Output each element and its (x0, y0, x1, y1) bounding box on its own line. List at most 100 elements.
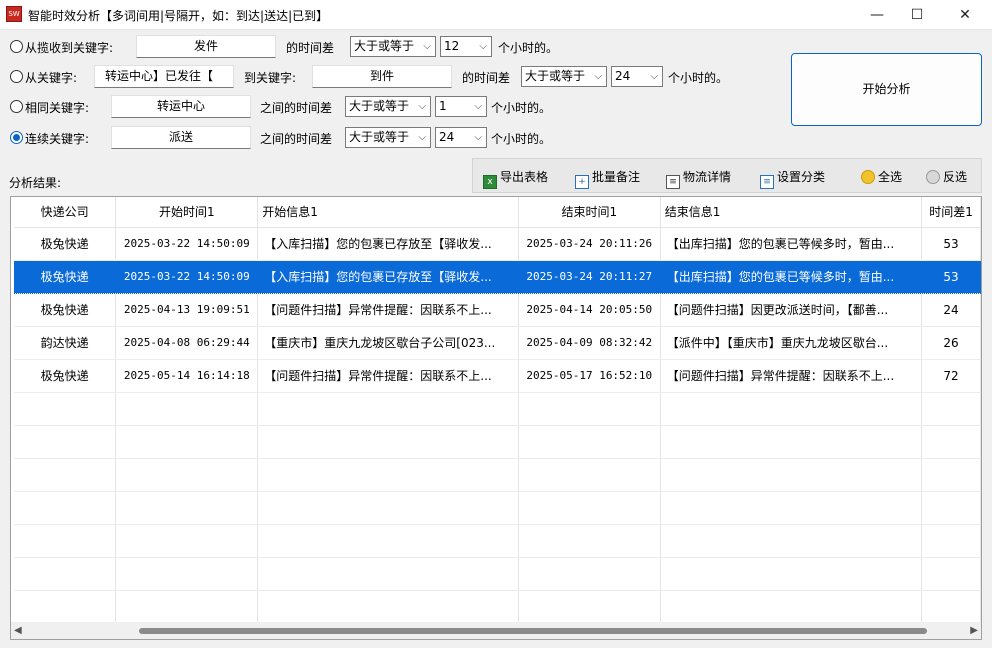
empty-cell (14, 425, 117, 459)
cell-start-time: 2025-04-13 19:09:51 (115, 293, 259, 327)
empty-cell (518, 458, 661, 492)
option-row-same-keyword: 相同关键字: 转运中心 之间的时间差 大于或等于 ⌵ 1 ⌵ 个小时的。 (0, 95, 790, 119)
results-table: 快递公司 开始时间1 开始信息1 结束时间1 结束信息1 时间差1 极兔快递 20… (13, 197, 981, 624)
cell-time-diff: 24 (921, 293, 981, 327)
empty-row (14, 557, 981, 591)
invert-selection-button[interactable]: 反选 (926, 168, 967, 186)
diff-label: 之间的时间差 (260, 132, 333, 146)
column-header-start-time[interactable]: 开始时间1 (115, 197, 259, 228)
batch-note-button[interactable]: + 批量备注 (575, 168, 640, 189)
cell-time-diff: 72 (921, 359, 981, 393)
start-analysis-button[interactable]: 开始分析 (791, 53, 982, 126)
chevron-down-icon: ⌵ (479, 41, 487, 52)
export-table-button[interactable]: x 导出表格 (483, 168, 548, 189)
empty-cell (518, 590, 661, 624)
empty-cell (921, 557, 981, 591)
table-row[interactable]: 极兔快递 2025-05-14 16:14:18 【问题件扫描】异常件提醒：因联系不… (14, 359, 981, 393)
empty-row (14, 491, 981, 525)
empty-cell (660, 392, 923, 426)
keyword-input[interactable]: 发件 (136, 35, 276, 58)
empty-cell (14, 458, 117, 492)
set-category-button[interactable]: ≡ 设置分类 (760, 168, 825, 189)
from-keyword-input[interactable]: 转运中心】已发往【 (94, 65, 234, 88)
operator-select[interactable]: 大于或等于 ⌵ (350, 36, 436, 57)
empty-cell (921, 458, 981, 492)
empty-cell (115, 491, 259, 525)
empty-cell (115, 425, 259, 459)
empty-cell (257, 491, 519, 525)
column-header-end-info[interactable]: 结束信息1 (660, 197, 923, 228)
results-grid[interactable]: 快递公司 开始时间1 开始信息1 结束时间1 结束信息1 时间差1 极兔快递 20… (10, 196, 982, 640)
table-row[interactable]: 极兔快递 2025-04-13 19:09:51 【问题件扫描】异常件提醒：因联系不… (14, 293, 981, 327)
cell-time-diff: 53 (921, 227, 981, 261)
empty-cell (921, 425, 981, 459)
select-all-button[interactable]: 全选 (861, 168, 902, 186)
cell-start-time: 2025-03-22 14:50:09 (115, 260, 259, 294)
cell-end-time: 2025-03-24 20:11:27 (518, 260, 661, 294)
note-icon: + (575, 175, 589, 189)
maximize-button[interactable]: ☐ (894, 0, 940, 30)
column-header-start-info[interactable]: 开始信息1 (257, 197, 519, 228)
cell-end-info: 【问题件扫描】异常件提醒：因联系不上... (660, 359, 923, 393)
scrollbar-thumb[interactable] (139, 628, 927, 634)
hours-select[interactable]: 24 ⌵ (611, 66, 663, 87)
empty-cell (257, 425, 519, 459)
option-label: 相同关键字: (25, 101, 90, 115)
logistics-detail-button[interactable]: ≡ 物流详情 (666, 168, 731, 189)
keyword-input[interactable]: 转运中心 (111, 95, 251, 118)
cell-start-info: 【重庆市】重庆九龙坡区歇台子公司[023... (257, 326, 519, 360)
column-header-end-time[interactable]: 结束时间1 (518, 197, 661, 228)
hours-select[interactable]: 1 ⌵ (435, 96, 487, 117)
option-row-keyword-to-keyword: 从关键字: 转运中心】已发往【 到关键字: 到件 的时间差 大于或等于 ⌵ 24 ⌵… (0, 65, 790, 89)
hours-select[interactable]: 24 ⌵ (435, 127, 487, 148)
empty-cell (660, 458, 923, 492)
empty-cell (14, 524, 117, 558)
empty-cell (518, 524, 661, 558)
operator-select[interactable]: 大于或等于 ⌵ (521, 66, 607, 87)
empty-row (14, 425, 981, 459)
radio-consecutive-keyword[interactable] (10, 131, 23, 144)
cell-start-info: 【入库扫描】您的包裹已存放至【驿收发... (257, 260, 519, 294)
column-header-time-diff[interactable]: 时间差1 (921, 197, 981, 228)
empty-cell (660, 557, 923, 591)
cell-start-time: 2025-04-08 06:29:44 (115, 326, 259, 360)
empty-cell (518, 425, 661, 459)
column-header-courier[interactable]: 快递公司 (14, 197, 117, 228)
cell-courier: 极兔快递 (14, 260, 117, 294)
empty-cell (14, 590, 117, 624)
radio-keyword-to-keyword[interactable] (10, 70, 23, 83)
cell-end-time: 2025-03-24 20:11:26 (518, 227, 661, 261)
scroll-left-icon[interactable]: ◀ (14, 625, 22, 636)
to-keyword-input[interactable]: 到件 (312, 65, 452, 88)
empty-cell (518, 392, 661, 426)
radio-same-keyword[interactable] (10, 100, 23, 113)
radio-pickup[interactable] (10, 40, 23, 53)
diff-label: 的时间差 (462, 71, 511, 85)
empty-cell (115, 557, 259, 591)
table-row[interactable]: 韵达快递 2025-04-08 06:29:44 【重庆市】重庆九龙坡区歇台子公司[… (14, 326, 981, 360)
table-header-row: 快递公司 开始时间1 开始信息1 结束时间1 结束信息1 时间差1 (14, 197, 981, 228)
result-toolbar: x 导出表格 + 批量备注 ≡ 物流详情 ≡ 设置分类 全选 反选 (472, 158, 982, 193)
cell-start-info: 【问题件扫描】异常件提醒：因联系不上... (257, 359, 519, 393)
keyword-input[interactable]: 派送 (111, 126, 251, 149)
empty-cell (115, 392, 259, 426)
empty-row (14, 590, 981, 624)
table-row[interactable]: 极兔快递 2025-03-22 14:50:09 【入库扫描】您的包裹已存放至【驿收… (13, 259, 981, 294)
cell-end-time: 2025-04-14 20:05:50 (518, 293, 661, 327)
operator-select[interactable]: 大于或等于 ⌵ (345, 96, 431, 117)
horizontal-scrollbar[interactable]: ◀ ▶ (11, 622, 981, 639)
cell-start-time: 2025-03-22 14:50:09 (115, 227, 259, 261)
scroll-right-icon[interactable]: ▶ (970, 625, 978, 636)
table-row[interactable]: 极兔快递 2025-03-22 14:50:09 【入库扫描】您的包裹已存放至【驿收… (14, 227, 981, 261)
cell-end-info: 【出库扫描】您的包裹已等候多时，暂由... (660, 260, 923, 294)
empty-cell (660, 491, 923, 525)
operator-select[interactable]: 大于或等于 ⌵ (345, 127, 431, 148)
close-button[interactable]: ✕ (942, 0, 988, 30)
cell-end-info: 【出库扫描】您的包裹已等候多时，暂由... (660, 227, 923, 261)
excel-icon: x (483, 175, 497, 189)
option-label: 从揽收到关键字: (25, 41, 114, 55)
window-title: 智能时效分析【多词间用|号隔开，如：到达|送达|已到】 (28, 9, 329, 23)
document-icon: ≡ (760, 175, 774, 189)
cell-courier: 极兔快递 (14, 293, 117, 327)
hours-select[interactable]: 12 ⌵ (440, 36, 492, 57)
